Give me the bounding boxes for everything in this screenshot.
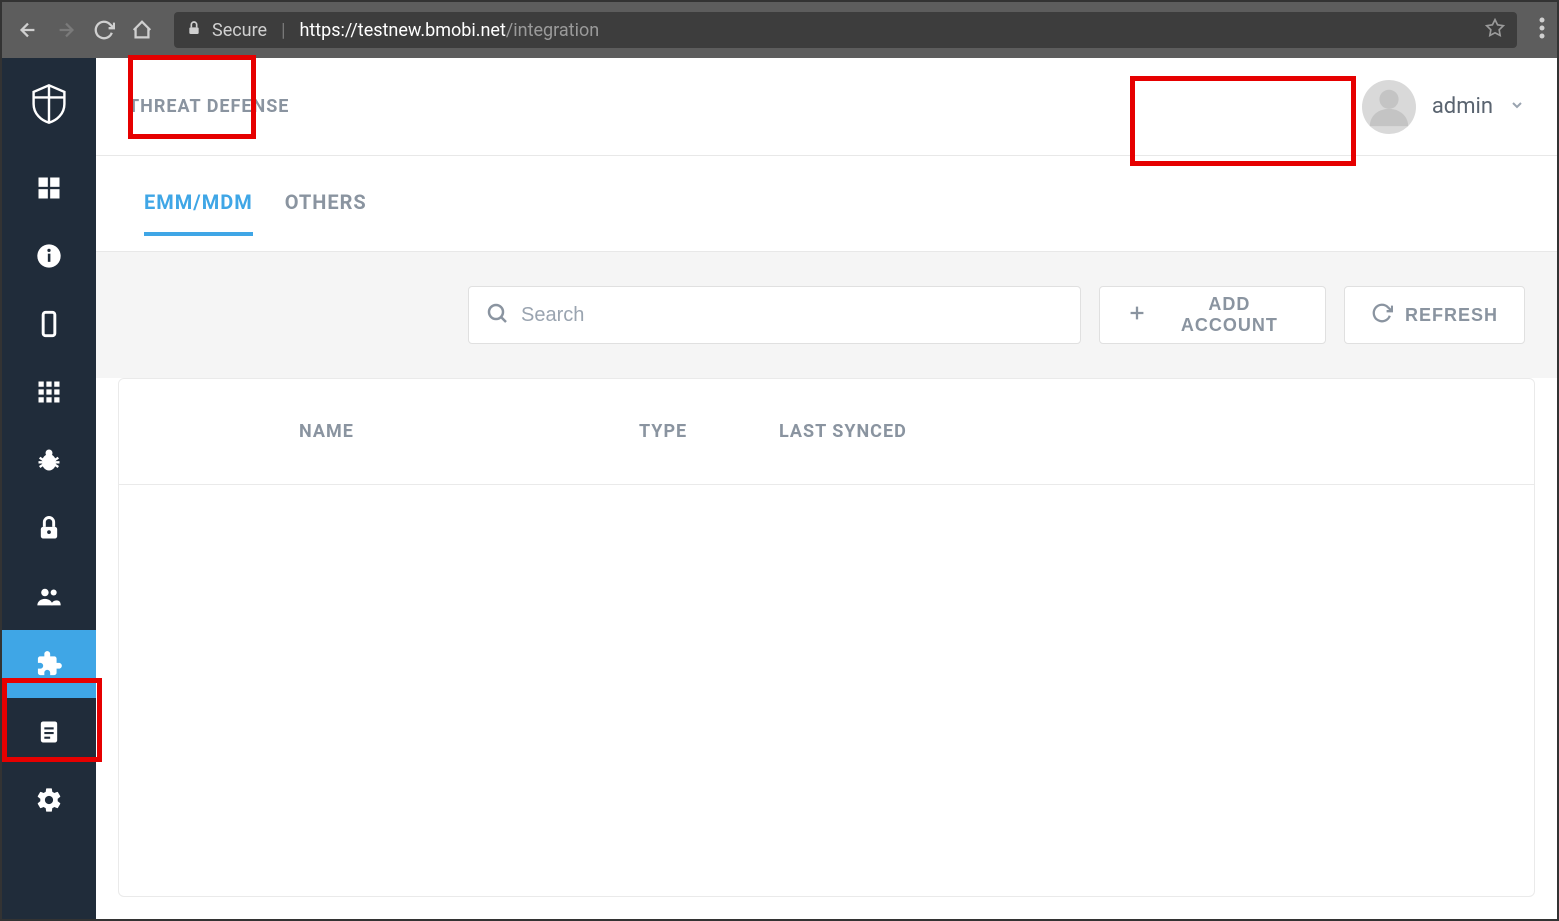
refresh-icon [1371, 302, 1393, 329]
sidebar-item-users[interactable] [2, 562, 96, 630]
url: https://testnew.bmobi.net/integration [299, 20, 599, 41]
refresh-label: REFRESH [1405, 305, 1498, 326]
tabs: EMM/MDM OTHERS [96, 156, 1557, 252]
table: NAME TYPE LAST SYNCED [118, 378, 1535, 897]
sidebar-item-integration[interactable] [2, 630, 96, 698]
sidebar-item-bug[interactable] [2, 426, 96, 494]
back-button[interactable] [14, 16, 42, 44]
user-menu[interactable]: admin [1362, 80, 1525, 134]
reload-button[interactable] [90, 16, 118, 44]
tab-others[interactable]: OTHERS [285, 180, 367, 228]
sidebar-item-document[interactable] [2, 698, 96, 766]
add-account-button[interactable]: ADD ACCOUNT [1099, 286, 1326, 344]
secure-label: Secure [212, 20, 267, 41]
home-button[interactable] [128, 16, 156, 44]
sidebar-item-settings[interactable] [2, 766, 96, 834]
browser-menu-icon[interactable] [1539, 17, 1545, 43]
forward-button[interactable] [52, 16, 80, 44]
avatar [1362, 80, 1416, 134]
browser-chrome: Secure | https://testnew.bmobi.net/integ… [2, 2, 1557, 58]
sidebar-item-info[interactable] [2, 222, 96, 290]
column-type[interactable]: TYPE [639, 421, 779, 442]
sidebar-item-device[interactable] [2, 290, 96, 358]
plus-icon [1126, 302, 1148, 329]
sidebar-item-apps[interactable] [2, 358, 96, 426]
chevron-down-icon [1509, 97, 1525, 117]
search-input[interactable] [521, 304, 1064, 327]
address-bar[interactable]: Secure | https://testnew.bmobi.net/integ… [174, 12, 1517, 48]
search-box[interactable] [468, 286, 1081, 344]
page-title: THREAT DEFENSE [128, 96, 289, 117]
search-icon [485, 301, 509, 329]
column-name[interactable]: NAME [299, 421, 639, 442]
lock-icon [186, 20, 202, 41]
refresh-button[interactable]: REFRESH [1344, 286, 1525, 344]
column-last-synced[interactable]: LAST SYNCED [779, 421, 1534, 442]
bookmark-star-icon[interactable] [1485, 18, 1505, 43]
username: admin [1432, 94, 1493, 119]
divider: | [281, 20, 285, 41]
app-logo[interactable] [27, 82, 71, 126]
toolbar: ADD ACCOUNT REFRESH [96, 252, 1557, 378]
tab-emm-mdm[interactable]: EMM/MDM [144, 180, 253, 228]
sidebar-item-lock[interactable] [2, 494, 96, 562]
table-header: NAME TYPE LAST SYNCED [119, 379, 1534, 485]
app-header: THREAT DEFENSE admin [96, 58, 1557, 156]
add-account-label: ADD ACCOUNT [1160, 294, 1299, 336]
sidebar-item-dashboard[interactable] [2, 154, 96, 222]
sidebar [2, 58, 96, 919]
